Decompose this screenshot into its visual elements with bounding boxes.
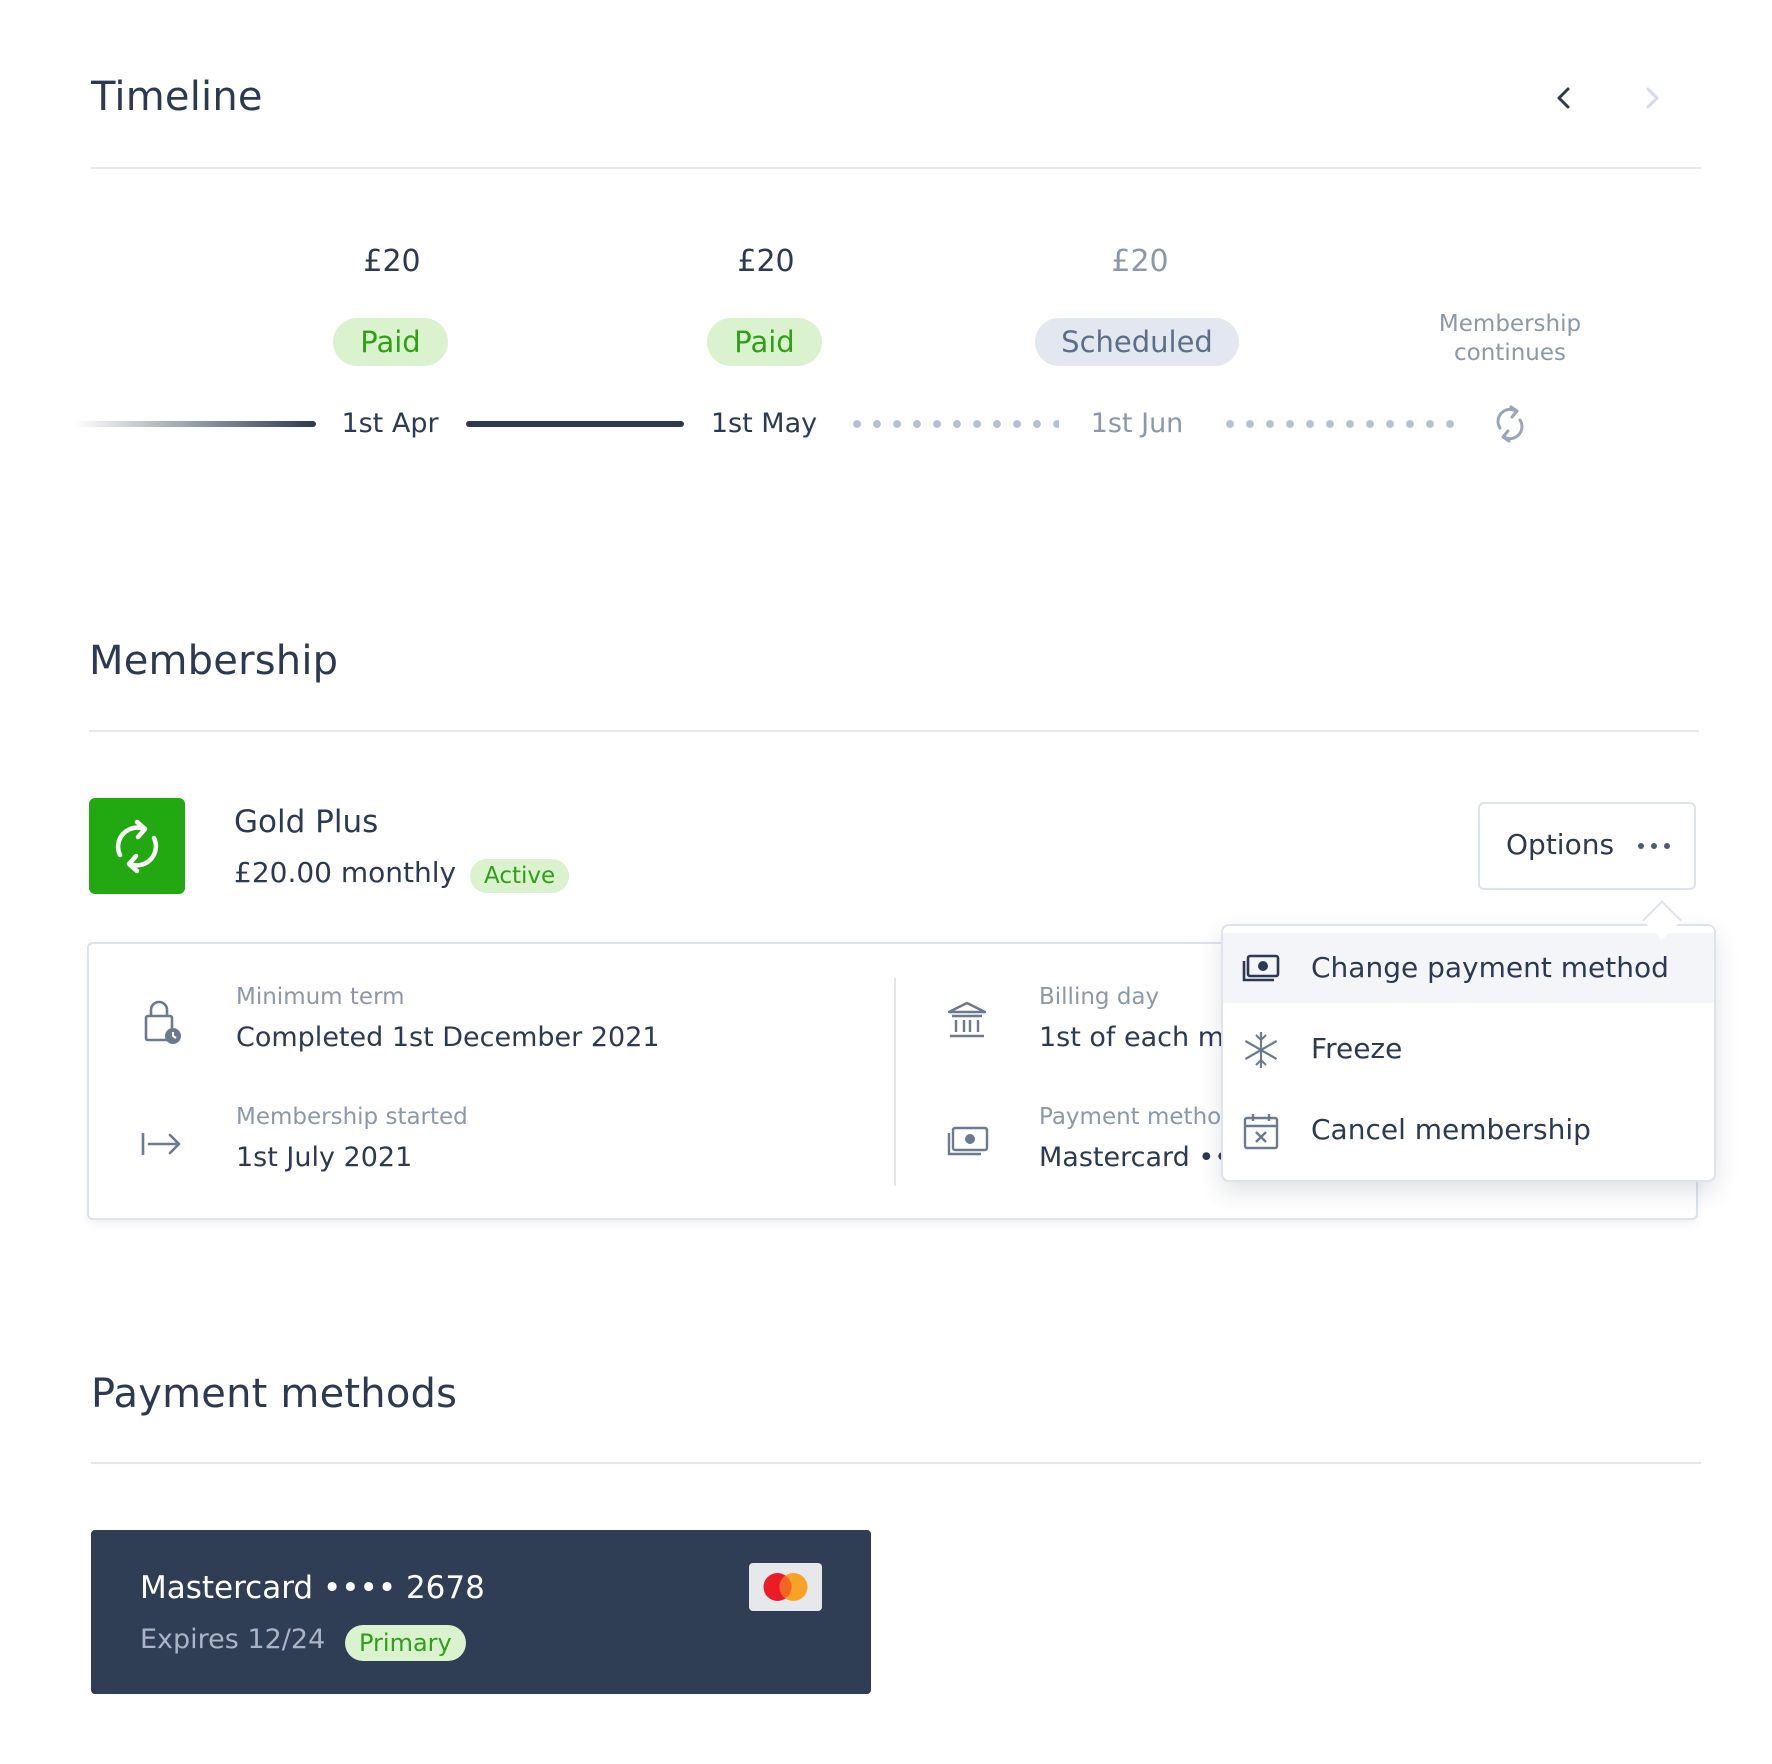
timeline-line-paid — [466, 421, 684, 427]
membership-divider — [89, 730, 1699, 732]
timeline-date: 1st Jun — [1090, 408, 1184, 439]
timeline-amount: £20 — [737, 244, 795, 279]
billing-day-value: 1st of each mo — [1039, 1022, 1241, 1053]
menu-item-label: Cancel membership — [1311, 1113, 1591, 1146]
status-badge: Paid — [333, 318, 448, 366]
options-menu: Change payment method Freeze Cancel memb… — [1221, 924, 1716, 1182]
card-title: Mastercard •••• 2678 — [140, 1570, 485, 1606]
cash-icon — [1242, 954, 1280, 982]
membership-started-value: 1st July 2021 — [236, 1142, 413, 1173]
status-badge: Paid — [707, 318, 822, 366]
status-badge: Scheduled — [1035, 318, 1239, 366]
membership-icon-tile — [89, 798, 185, 894]
bank-icon — [947, 1001, 987, 1038]
timeline-amount: £20 — [1111, 244, 1169, 279]
minimum-term-label: Minimum term — [236, 984, 405, 1010]
timeline-line-past — [74, 421, 316, 427]
menu-item-cancel[interactable]: Cancel membership — [1223, 1095, 1714, 1165]
minimum-term-value: Completed 1st December 2021 — [236, 1022, 660, 1053]
payment-methods-divider — [91, 1462, 1701, 1464]
timeline-date: 1st Apr — [341, 408, 439, 439]
timeline-line-future — [1220, 420, 1460, 428]
options-label: Options — [1506, 828, 1615, 861]
snowflake-icon — [1244, 1032, 1278, 1068]
menu-item-label: Change payment method — [1311, 951, 1669, 984]
payment-method-label: Payment metho — [1039, 1104, 1222, 1130]
chevron-right-icon — [1646, 87, 1659, 109]
more-dots-icon — [1638, 843, 1670, 849]
card-expiry: Expires 12/24 — [140, 1624, 326, 1655]
prev-button[interactable] — [1548, 82, 1580, 114]
arrow-start-icon — [141, 1133, 181, 1155]
plan-price: £20.00 monthly — [234, 856, 457, 889]
membership-continues-label: Membership continues — [1438, 311, 1582, 366]
mastercard-logo — [749, 1563, 822, 1611]
payment-methods-title: Payment methods — [91, 1371, 458, 1417]
billing-day-label: Billing day — [1039, 984, 1160, 1010]
next-button[interactable] — [1636, 82, 1668, 114]
cash-icon — [947, 1126, 989, 1156]
recurring-icon — [115, 819, 159, 874]
menu-item-change-payment[interactable]: Change payment method — [1223, 933, 1714, 1003]
menu-item-label: Freeze — [1311, 1032, 1403, 1065]
options-button[interactable]: Options — [1478, 802, 1696, 890]
timeline-line-scheduled — [847, 420, 1059, 428]
status-badge: Active — [470, 859, 570, 893]
plan-name: Gold Plus — [234, 804, 379, 840]
payment-method-value: Mastercard •• — [1039, 1142, 1231, 1173]
refresh-icon — [1490, 400, 1530, 448]
payment-card[interactable]: Mastercard •••• 2678 Expires 12/24 Prima… — [91, 1530, 871, 1694]
timeline-date: 1st May — [710, 408, 818, 439]
details-divider — [894, 978, 896, 1186]
chevron-left-icon — [1557, 87, 1570, 109]
timeline-divider — [91, 167, 1701, 169]
timeline-amount: £20 — [363, 244, 421, 279]
lock-clock-icon — [144, 1000, 181, 1044]
primary-badge: Primary — [345, 1625, 466, 1661]
membership-title: Membership — [89, 638, 339, 684]
calendar-cancel-icon — [1243, 1114, 1279, 1150]
menu-item-freeze[interactable]: Freeze — [1223, 1014, 1714, 1084]
timeline-title: Timeline — [91, 74, 263, 120]
membership-started-label: Membership started — [236, 1104, 468, 1130]
